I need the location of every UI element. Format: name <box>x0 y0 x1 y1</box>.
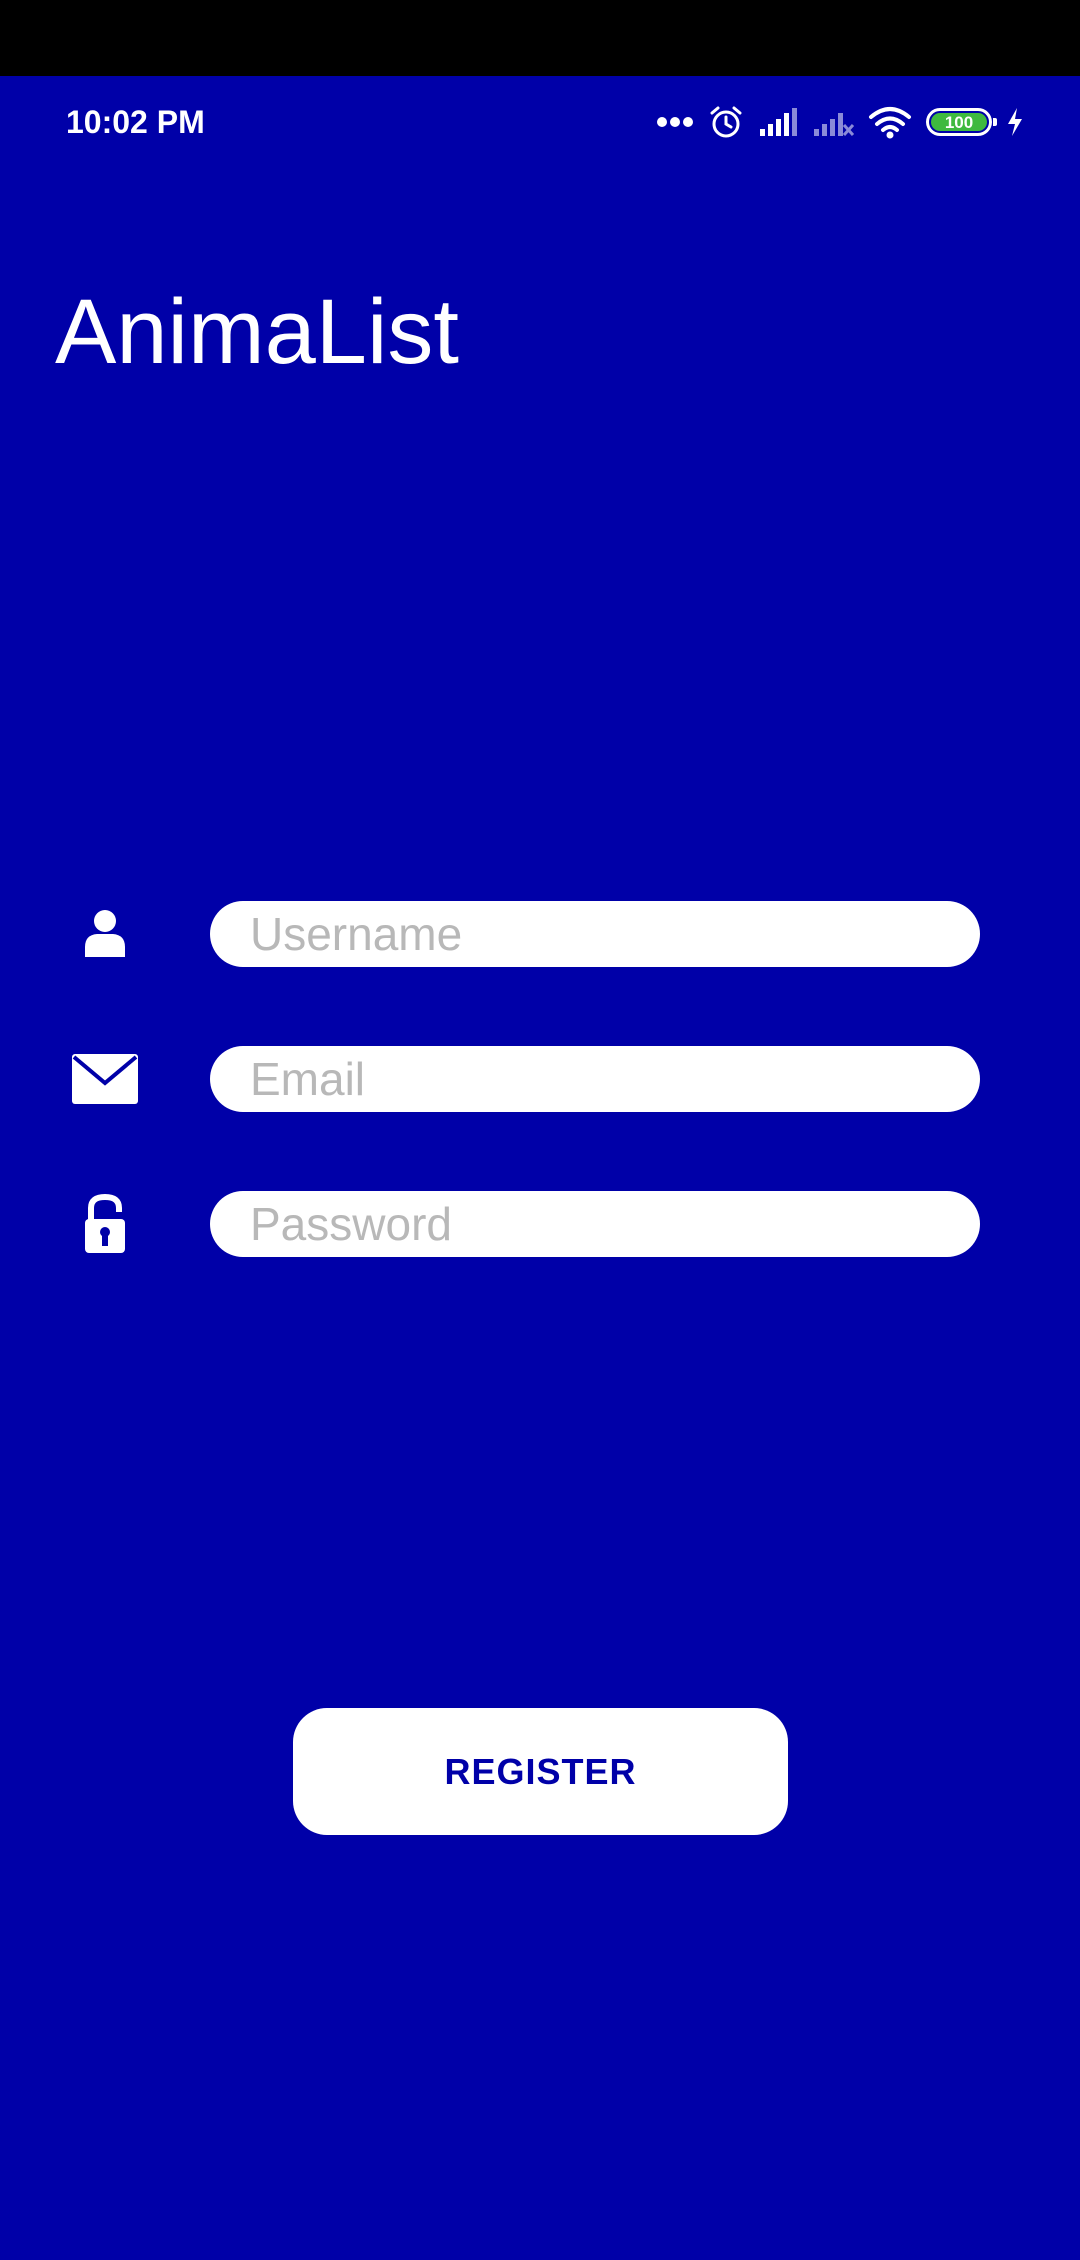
unlock-icon <box>62 1191 148 1257</box>
password-input[interactable] <box>210 1191 980 1257</box>
email-input[interactable] <box>210 1046 980 1112</box>
envelope-icon <box>62 1046 148 1112</box>
signal-no-service-icon <box>812 107 854 137</box>
notch-bar <box>0 0 1080 76</box>
password-row <box>0 1191 1080 1257</box>
status-bar: 10:02 PM 100 <box>0 76 1080 176</box>
username-row <box>0 901 1080 967</box>
username-input[interactable] <box>210 901 980 967</box>
status-icons: 100 <box>656 102 1024 142</box>
user-icon <box>62 901 148 967</box>
register-button[interactable]: REGISTER <box>293 1708 788 1835</box>
alarm-icon <box>708 104 744 140</box>
more-dots-icon <box>656 116 694 128</box>
signal-icon <box>758 107 798 137</box>
battery-icon: 100 <box>926 108 997 136</box>
status-time: 10:02 PM <box>66 104 205 140</box>
email-row <box>0 1046 1080 1112</box>
battery-level: 100 <box>931 113 987 131</box>
charging-icon <box>1006 107 1024 137</box>
app-title: AnimaList <box>55 280 459 383</box>
wifi-icon <box>868 105 912 139</box>
